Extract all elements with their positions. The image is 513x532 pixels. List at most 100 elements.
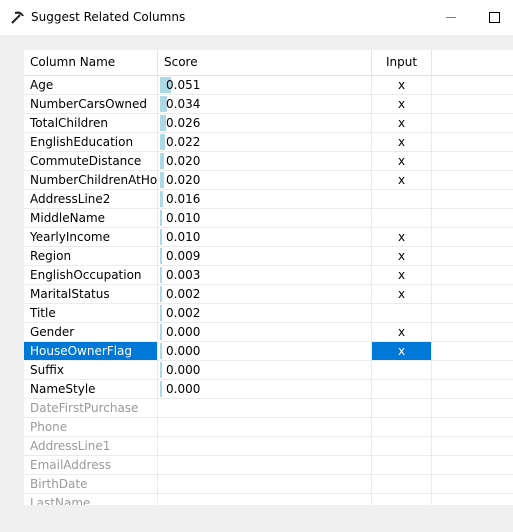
filler-cell <box>432 76 513 94</box>
column-name-cell[interactable]: NameStyle <box>24 380 158 398</box>
column-name-cell[interactable]: HouseOwnerFlag <box>24 342 158 360</box>
filler-cell <box>432 266 513 284</box>
table-row[interactable]: YearlyIncome 0.010 x <box>24 228 513 247</box>
score-cell: 0.000 <box>158 323 372 341</box>
score-bar <box>160 362 162 378</box>
table-row[interactable]: AddressLine1 <box>24 437 513 456</box>
input-flag-cell[interactable] <box>372 209 432 227</box>
table-row[interactable]: HouseOwnerFlag 0.000 x <box>24 342 513 361</box>
input-flag-cell[interactable]: x <box>372 171 432 189</box>
minimize-button[interactable] <box>428 0 474 35</box>
table-row[interactable]: BirthDate <box>24 475 513 494</box>
input-flag-cell[interactable]: x <box>372 342 432 360</box>
filler-cell <box>432 285 513 303</box>
column-name-cell[interactable]: YearlyIncome <box>24 228 158 246</box>
input-flag-cell[interactable]: x <box>372 133 432 151</box>
input-flag-cell[interactable] <box>372 304 432 322</box>
score-cell <box>158 418 372 436</box>
input-flag-cell[interactable]: x <box>372 247 432 265</box>
column-name-cell[interactable]: Region <box>24 247 158 265</box>
score-cell: 0.009 <box>158 247 372 265</box>
input-flag-cell[interactable] <box>372 380 432 398</box>
column-name-cell[interactable]: DateFirstPurchase <box>24 399 158 417</box>
column-name-cell[interactable]: EmailAddress <box>24 456 158 474</box>
table-row[interactable]: LastName <box>24 494 513 505</box>
input-flag-cell[interactable]: x <box>372 323 432 341</box>
column-name-cell[interactable]: AddressLine2 <box>24 190 158 208</box>
filler-cell <box>432 95 513 113</box>
column-name-cell[interactable]: MiddleName <box>24 209 158 227</box>
score-value: 0.022 <box>166 135 201 149</box>
input-flag-cell[interactable] <box>372 494 432 505</box>
table-row[interactable]: DateFirstPurchase <box>24 399 513 418</box>
score-bar <box>160 324 162 340</box>
column-name-cell[interactable]: EnglishEducation <box>24 133 158 151</box>
table-row[interactable]: Title 0.002 <box>24 304 513 323</box>
table-row[interactable]: EnglishEducation 0.022 x <box>24 133 513 152</box>
column-name-cell[interactable]: Age <box>24 76 158 94</box>
input-flag-cell[interactable]: x <box>372 266 432 284</box>
column-name-cell[interactable]: EnglishOccupation <box>24 266 158 284</box>
grid-header: Column Name Score Input <box>24 50 513 76</box>
score-value: 0.020 <box>166 154 201 168</box>
column-name-cell[interactable]: MaritalStatus <box>24 285 158 303</box>
column-header-input[interactable]: Input <box>372 50 432 75</box>
columns-grid: Column Name Score Input Age 0.051 x NumberC… <box>24 50 513 505</box>
column-name-cell[interactable]: AddressLine1 <box>24 437 158 455</box>
score-cell: 0.016 <box>158 190 372 208</box>
table-row[interactable]: Age 0.051 x <box>24 76 513 95</box>
table-row[interactable]: TotalChildren 0.026 x <box>24 114 513 133</box>
column-name-cell[interactable]: BirthDate <box>24 475 158 493</box>
filler-cell <box>432 418 513 436</box>
table-row[interactable]: MaritalStatus 0.002 x <box>24 285 513 304</box>
input-flag-cell[interactable]: x <box>372 76 432 94</box>
column-name-cell[interactable]: Phone <box>24 418 158 436</box>
score-bar <box>160 210 162 226</box>
table-row[interactable]: NameStyle 0.000 <box>24 380 513 399</box>
input-flag-cell[interactable] <box>372 475 432 493</box>
maximize-button[interactable] <box>472 0 513 35</box>
score-cell <box>158 475 372 493</box>
input-flag-cell[interactable] <box>372 437 432 455</box>
input-flag-cell[interactable]: x <box>372 95 432 113</box>
table-row[interactable]: AddressLine2 0.016 <box>24 190 513 209</box>
column-name-cell[interactable]: NumberCarsOwned <box>24 95 158 113</box>
score-bar <box>160 191 163 207</box>
table-row[interactable]: Suffix 0.000 <box>24 361 513 380</box>
filler-cell <box>432 437 513 455</box>
table-row[interactable]: CommuteDistance 0.020 x <box>24 152 513 171</box>
table-row[interactable]: EmailAddress <box>24 456 513 475</box>
score-value: 0.051 <box>166 78 201 92</box>
input-flag-cell[interactable] <box>372 190 432 208</box>
score-value: 0.000 <box>166 325 201 339</box>
input-flag-cell[interactable] <box>372 418 432 436</box>
input-flag-cell[interactable]: x <box>372 228 432 246</box>
window-title: Suggest Related Columns <box>31 10 186 24</box>
column-name-cell[interactable]: Suffix <box>24 361 158 379</box>
column-name-cell[interactable]: Title <box>24 304 158 322</box>
table-row[interactable]: Gender 0.000 x <box>24 323 513 342</box>
column-name-cell[interactable]: CommuteDistance <box>24 152 158 170</box>
table-row[interactable]: MiddleName 0.010 <box>24 209 513 228</box>
table-row[interactable]: Region 0.009 x <box>24 247 513 266</box>
score-bar <box>160 229 162 245</box>
column-name-cell[interactable]: Gender <box>24 323 158 341</box>
column-name-cell[interactable]: TotalChildren <box>24 114 158 132</box>
table-row[interactable]: Phone <box>24 418 513 437</box>
input-flag-cell[interactable]: x <box>372 285 432 303</box>
table-row[interactable]: NumberChildrenAtHo... 0.020 x <box>24 171 513 190</box>
score-cell: 0.022 <box>158 133 372 151</box>
table-row[interactable]: NumberCarsOwned 0.034 x <box>24 95 513 114</box>
column-header-name[interactable]: Column Name <box>24 50 158 75</box>
column-name-cell[interactable]: NumberChildrenAtHo... <box>24 171 158 189</box>
input-flag-cell[interactable] <box>372 456 432 474</box>
score-value: 0.003 <box>166 268 201 282</box>
input-flag-cell[interactable]: x <box>372 114 432 132</box>
score-bar <box>160 343 162 359</box>
column-name-cell[interactable]: LastName <box>24 494 158 505</box>
column-header-score[interactable]: Score <box>158 50 372 75</box>
input-flag-cell[interactable]: x <box>372 152 432 170</box>
input-flag-cell[interactable] <box>372 361 432 379</box>
input-flag-cell[interactable] <box>372 399 432 417</box>
table-row[interactable]: EnglishOccupation 0.003 x <box>24 266 513 285</box>
